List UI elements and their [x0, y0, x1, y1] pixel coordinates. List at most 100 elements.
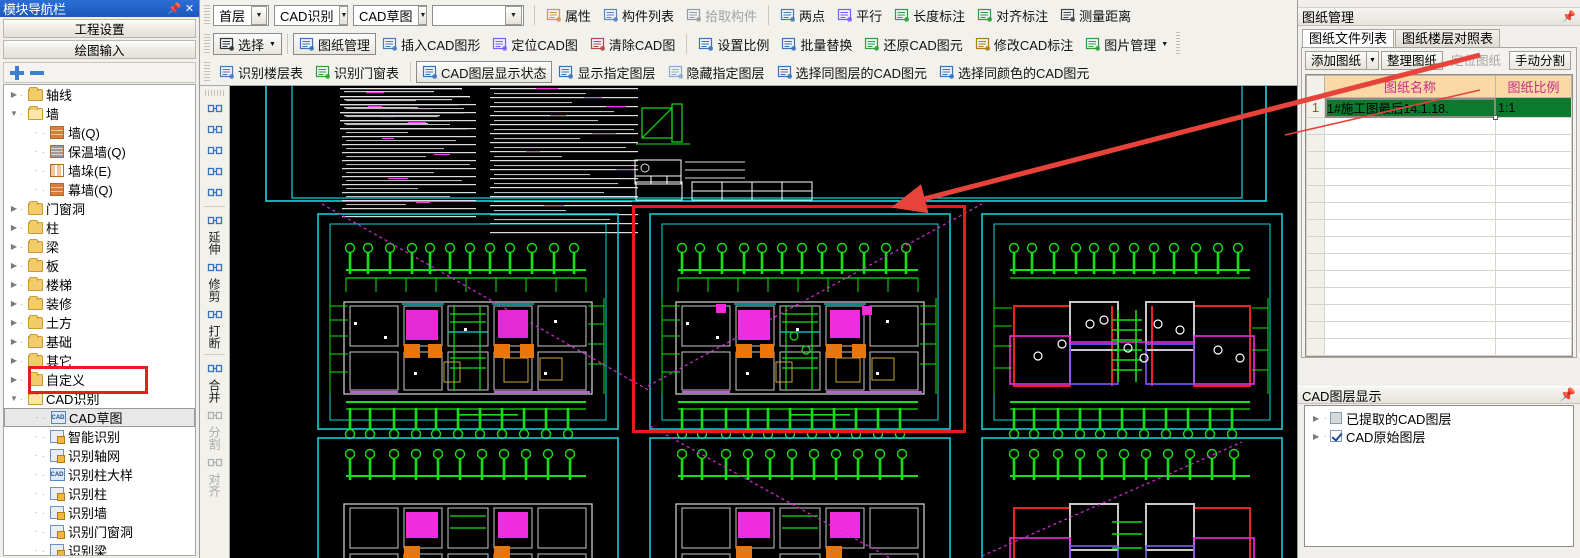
cell-drawing-name[interactable]: 1#施工图最后14.1.18. [1324, 97, 1498, 120]
vtool-offset[interactable] [200, 119, 229, 140]
batch-replace-button[interactable]: 批量替换 [775, 33, 858, 55]
tree-item-13[interactable]: ▶ · 基础 [4, 332, 195, 351]
pin-icon[interactable]: 📌 [167, 2, 182, 15]
vtool-move[interactable] [200, 161, 229, 182]
vtool-rotate[interactable] [200, 182, 229, 203]
pin-icon[interactable]: 📌 [1560, 387, 1576, 403]
add-drawing-dropdown-icon[interactable]: ▼ [1366, 51, 1380, 70]
module-combo[interactable]: CAD识别 ▼ [274, 4, 349, 26]
cad-layer-list[interactable]: ▶ · 已提取的CAD图层 ▶ · CAD原始图层 [1304, 405, 1574, 547]
measure-distance-button[interactable]: 测量距离 [1054, 4, 1137, 26]
chevron-right-icon[interactable]: ▶ [1313, 414, 1324, 423]
tree-item-11[interactable]: ▶ · 装修 [4, 294, 195, 313]
tree-item-20[interactable]: · · CAD 识别柱大样 [4, 465, 195, 484]
select-same-layer-button[interactable]: 选择同图层的CAD图元 [771, 61, 933, 83]
chevron-down-icon[interactable]: ▼ [339, 5, 349, 25]
navigation-tree[interactable]: ▶ · 轴线 ▼ · 墙 · · 墙(Q) · · 保温墙(Q) · · 墙垛(E) · · 幕墙(Q) ▶ · 门窗洞… [3, 84, 196, 556]
chevron-right-icon[interactable]: ▶ [8, 375, 20, 384]
chevron-down-icon[interactable]: ▼ [418, 5, 428, 25]
tab-drawing-floor-table[interactable]: 图纸楼层对照表 [1395, 29, 1501, 47]
layer-extracted[interactable]: ▶ · 已提取的CAD图层 [1305, 409, 1573, 427]
chevron-right-icon[interactable]: ▶ [1313, 432, 1324, 441]
tree-item-9[interactable]: ▶ · 板 [4, 256, 195, 275]
add-drawing-button[interactable]: 添加图纸 [1305, 51, 1367, 70]
expand-all-icon[interactable] [10, 65, 24, 80]
chevron-down-icon[interactable]: ▼ [269, 41, 276, 48]
pin-icon[interactable]: 📌 [1562, 10, 1576, 23]
drawing-list-grid[interactable]: 图纸名称 图纸比例 1 1#施工图最后14.1.18. 1:1 [1305, 74, 1573, 357]
layer-extracted-checkbox[interactable] [1330, 412, 1342, 424]
show-specified-layer-button[interactable]: 显示指定图层 [552, 61, 661, 83]
align-dimension-button[interactable]: 对齐标注 [971, 4, 1054, 26]
chevron-right-icon[interactable]: ▶ [8, 280, 20, 289]
edit-cad-dimension-button[interactable]: 修改CAD标注 [969, 33, 1079, 55]
tab-drawing-file-list[interactable]: 图纸文件列表 [1302, 29, 1395, 47]
chevron-down-icon[interactable]: ▼ [8, 109, 20, 118]
tree-item-0[interactable]: ▶ · 轴线 [4, 85, 195, 104]
cell-drawing-scale[interactable]: 1:1 [1495, 97, 1572, 118]
tree-item-12[interactable]: ▶ · 土方 [4, 313, 195, 332]
tree-item-6[interactable]: ▶ · 门窗洞 [4, 199, 195, 218]
parallel-button[interactable]: 平行 [831, 4, 888, 26]
chevron-down-icon[interactable]: ▼ [505, 5, 522, 25]
component-list-button[interactable]: 构件列表 [597, 4, 680, 26]
set-scale-button[interactable]: 设置比例 [692, 33, 775, 55]
chevron-right-icon[interactable]: ▶ [8, 223, 20, 232]
tree-item-2[interactable]: · · 墙(Q) [4, 123, 195, 142]
toolbar-grip[interactable] [1176, 32, 1181, 56]
select-button[interactable]: 选择 ▼ [213, 33, 282, 55]
recognize-floor-table-button[interactable]: 识别楼层表 [213, 61, 309, 83]
length-dimension-button[interactable]: 长度标注 [888, 4, 971, 26]
chevron-down-icon[interactable]: ▼ [1161, 41, 1168, 48]
tree-item-14[interactable]: ▶ · 其它 [4, 351, 195, 370]
manual-split-button[interactable]: 手动分割 [1509, 51, 1572, 70]
vtool-trim[interactable]: 修剪 [200, 257, 229, 304]
tree-item-22[interactable]: · · 识别墙 [4, 503, 195, 522]
tree-item-10[interactable]: ▶ · 楼梯 [4, 275, 195, 294]
vtool-break[interactable]: 打断 [200, 304, 229, 351]
table-row[interactable]: 1 1#施工图最后14.1.18. 1:1 [1306, 97, 1572, 120]
chevron-right-icon[interactable]: ▶ [8, 261, 20, 270]
tree-item-24[interactable]: · · 识别梁 [4, 541, 195, 555]
chevron-right-icon[interactable]: ▶ [8, 337, 20, 346]
chevron-right-icon[interactable]: ▶ [8, 356, 20, 365]
tree-item-16[interactable]: ▼ · CAD识别 [4, 389, 195, 408]
function-combo[interactable]: CAD草图 ▼ [353, 4, 428, 26]
layer-original-checkbox[interactable] [1330, 430, 1342, 442]
chevron-down-icon[interactable]: ▼ [251, 5, 267, 25]
chevron-right-icon[interactable]: ▶ [8, 204, 20, 213]
tree-item-18[interactable]: · · 智能识别 [4, 427, 195, 446]
toolbar-grip[interactable] [204, 5, 210, 25]
hide-specified-layer-button[interactable]: 隐藏指定图层 [662, 61, 771, 83]
organize-drawing-button[interactable]: 整理图纸 [1381, 51, 1444, 70]
selection-handle[interactable] [1493, 115, 1498, 120]
vtool-extend[interactable]: 延伸 [200, 210, 229, 257]
clear-cad-button[interactable]: 清除CAD图 [584, 33, 681, 55]
restore-cad-button[interactable]: 还原CAD图元 [858, 33, 968, 55]
tree-item-3[interactable]: · · 保温墙(Q) [4, 142, 195, 161]
tree-item-5[interactable]: · · 幕墙(Q) [4, 180, 195, 199]
project-settings-button[interactable]: 工程设置 [3, 19, 196, 38]
tree-item-1[interactable]: ▼ · 墙 [4, 104, 195, 123]
chevron-right-icon[interactable]: ▶ [8, 299, 20, 308]
component-combo[interactable]: ▼ [432, 4, 524, 26]
select-same-color-button[interactable]: 选择同颜色的CAD图元 [933, 61, 1095, 83]
drawing-manager-button[interactable]: 图纸管理 [292, 33, 376, 55]
chevron-right-icon[interactable]: ▶ [8, 318, 20, 327]
toolbar-grip[interactable] [205, 90, 224, 96]
properties-button[interactable]: 属性 [540, 4, 597, 26]
floor-combo[interactable]: 首层 ▼ [213, 4, 269, 26]
vtool-mirror[interactable] [200, 140, 229, 161]
image-manager-button[interactable]: 图片管理 ▼ [1079, 33, 1174, 55]
tree-item-8[interactable]: ▶ · 梁 [4, 237, 195, 256]
chevron-down-icon[interactable]: ▼ [8, 394, 20, 403]
tree-item-7[interactable]: ▶ · 柱 [4, 218, 195, 237]
tree-item-21[interactable]: · · 识别柱 [4, 484, 195, 503]
insert-cad-button[interactable]: 插入CAD图形 [376, 33, 486, 55]
vtool-merge[interactable]: 合并 [200, 358, 229, 405]
recognize-door-window-table-button[interactable]: 识别门窗表 [309, 61, 405, 83]
toolbar-grip[interactable] [204, 34, 210, 54]
close-icon[interactable]: ✕ [182, 2, 197, 15]
vtool-pick[interactable] [200, 98, 229, 119]
cad-layer-display-state-button[interactable]: CAD图层显示状态 [416, 61, 553, 83]
